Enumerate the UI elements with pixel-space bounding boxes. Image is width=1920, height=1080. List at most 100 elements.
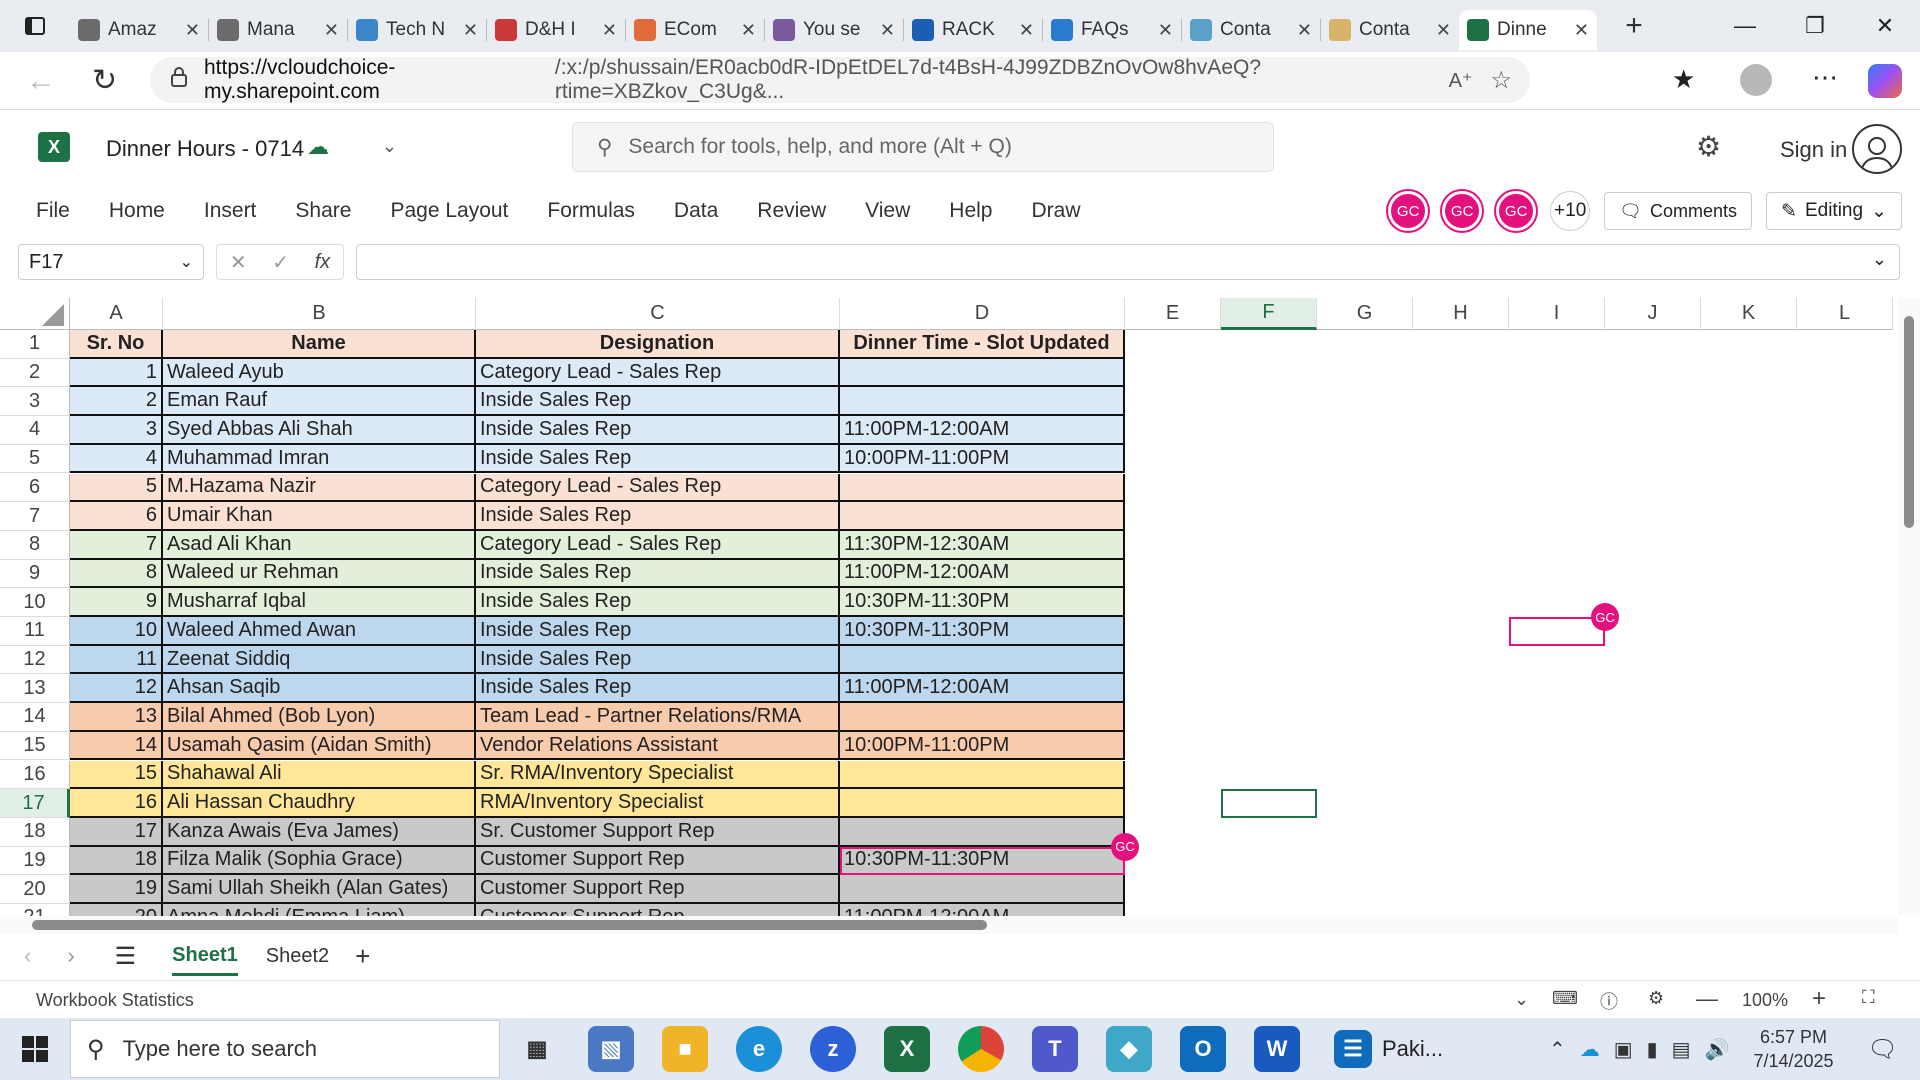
sheet-tab[interactable]: Sheet2 (266, 945, 329, 968)
sr-no-cell[interactable]: 10 (70, 617, 163, 646)
menu-insert[interactable]: Insert (204, 199, 257, 223)
task-view-icon[interactable]: ▦ (514, 1026, 560, 1072)
column-header-g[interactable]: G (1317, 298, 1413, 330)
header-cell[interactable]: Name (163, 330, 476, 359)
network-icon[interactable]: ▤ (1672, 1037, 1691, 1062)
close-tab-icon[interactable]: ✕ (741, 20, 756, 41)
name-cell[interactable]: Bilal Ahmed (Bob Lyon) (163, 703, 476, 732)
comments-button[interactable]: 🗨 Comments (1604, 192, 1753, 230)
column-header-f[interactable]: F (1221, 298, 1317, 330)
designation-cell[interactable]: Inside Sales Rep (476, 502, 840, 531)
designation-cell[interactable]: Inside Sales Rep (476, 416, 840, 445)
menu-share[interactable]: Share (295, 199, 351, 223)
name-cell[interactable]: Syed Abbas Ali Shah (163, 416, 476, 445)
next-sheet-icon[interactable]: › (67, 943, 74, 969)
sr-no-cell[interactable]: 9 (70, 588, 163, 617)
column-header-e[interactable]: E (1125, 298, 1221, 330)
dinner-time-cell[interactable]: 11:00PM-12:00AM (840, 559, 1125, 589)
sr-no-cell[interactable]: 3 (70, 416, 163, 445)
row-header[interactable]: 7 (0, 502, 70, 531)
name-cell[interactable]: Ahsan Saqib (163, 674, 476, 704)
sign-in-link[interactable]: Sign in (1780, 137, 1847, 163)
row-header[interactable]: 10 (0, 588, 70, 617)
browser-tab[interactable]: Conta ✕ (1321, 10, 1459, 50)
outlook-icon[interactable]: O (1180, 1026, 1226, 1072)
browser-tab[interactable]: ECom ✕ (626, 10, 764, 50)
dinner-time-cell[interactable] (840, 817, 1125, 847)
sr-no-cell[interactable]: 5 (70, 473, 163, 503)
all-sheets-menu-icon[interactable]: ☰ (115, 942, 137, 971)
file-explorer-icon[interactable]: ■ (662, 1026, 708, 1072)
column-header-l[interactable]: L (1797, 298, 1893, 330)
help-icon[interactable]: ⓘ (1600, 988, 1618, 1014)
dinner-time-cell[interactable]: 11:00PM-12:00AM (840, 904, 1125, 916)
menu-view[interactable]: View (865, 199, 910, 223)
zoom-in-icon[interactable]: + (1812, 985, 1826, 1013)
row-header[interactable]: 2 (0, 358, 70, 388)
name-cell[interactable]: Musharraf Iqbal (163, 588, 476, 617)
row-header[interactable]: 21 (0, 904, 70, 916)
copilot-icon[interactable] (1868, 64, 1902, 98)
profile-avatar[interactable] (1740, 64, 1772, 96)
sr-no-cell[interactable]: 8 (70, 559, 163, 589)
row-header[interactable]: 8 (0, 530, 70, 560)
more-options-icon[interactable]: ⋯ (1812, 62, 1838, 93)
dinner-time-cell[interactable] (840, 875, 1125, 904)
row-header[interactable]: 11 (0, 617, 70, 646)
name-cell[interactable]: Ali Hassan Chaudhry (163, 789, 476, 818)
chevron-down-icon[interactable]: ⌄ (1514, 989, 1529, 1010)
close-tab-icon[interactable]: ✕ (185, 20, 200, 41)
file-name[interactable]: Dinner Hours - 0714 (106, 136, 304, 162)
sr-no-cell[interactable]: 12 (70, 674, 163, 704)
header-cell[interactable]: Dinner Time - Slot Updated (840, 330, 1125, 359)
close-window-icon[interactable]: ✕ (1850, 0, 1920, 52)
name-cell[interactable]: Asad Ali Khan (163, 530, 476, 560)
name-box[interactable]: F17 ⌄ (18, 244, 204, 280)
close-tab-icon[interactable]: ✕ (463, 20, 478, 41)
restore-icon[interactable]: ❐ (1780, 0, 1850, 52)
sr-no-cell[interactable]: 1 (70, 358, 163, 388)
designation-cell[interactable]: Sr. Customer Support Rep (476, 817, 840, 847)
row-header[interactable]: 19 (0, 846, 70, 876)
designation-cell[interactable]: Inside Sales Rep (476, 674, 840, 704)
dinner-time-cell[interactable]: 11:00PM-12:00AM (840, 674, 1125, 704)
active-cell-selection[interactable] (1221, 789, 1317, 818)
calculator-icon[interactable]: ▧ (588, 1026, 634, 1072)
cancel-icon[interactable]: ✕ (230, 250, 247, 275)
select-all-corner[interactable] (0, 298, 70, 330)
menu-formulas[interactable]: Formulas (547, 199, 635, 223)
dinner-time-cell[interactable] (840, 502, 1125, 531)
dinner-time-cell[interactable] (840, 789, 1125, 818)
back-icon[interactable]: ← (26, 64, 56, 98)
sr-no-cell[interactable]: 11 (70, 645, 163, 675)
menu-draw[interactable]: Draw (1031, 199, 1080, 223)
row-header[interactable]: 14 (0, 703, 70, 732)
designation-cell[interactable]: Inside Sales Rep (476, 444, 840, 474)
designation-cell[interactable]: Category Lead - Sales Rep (476, 530, 840, 560)
dinner-time-cell[interactable]: 10:30PM-11:30PM (840, 617, 1125, 646)
collaborator-avatar[interactable]: GC (1442, 191, 1483, 231)
close-tab-icon[interactable]: ✕ (1158, 20, 1173, 41)
sr-no-cell[interactable]: 4 (70, 444, 163, 474)
address-bar[interactable]: https://vcloudchoice-my.sharepoint.com /:… (150, 56, 1530, 103)
system-tray-chevron-icon[interactable]: ⌃ (1549, 1037, 1566, 1062)
row-header[interactable]: 15 (0, 731, 70, 761)
browser-tab[interactable]: D&H I ✕ (487, 10, 625, 50)
name-cell[interactable]: Waleed Ayub (163, 358, 476, 388)
name-cell[interactable]: M.Hazama Nazir (163, 473, 476, 503)
name-cell[interactable]: Eman Rauf (163, 387, 476, 417)
name-cell[interactable]: Usamah Qasim (Aidan Smith) (163, 731, 476, 761)
onedrive-icon[interactable]: ☁ (1580, 1037, 1600, 1062)
sr-no-cell[interactable]: 20 (70, 904, 163, 916)
clock[interactable]: 6:57 PM 7/14/2025 (1753, 1025, 1833, 1073)
browser-tab[interactable]: Amaz ✕ (70, 10, 208, 50)
designation-cell[interactable]: Category Lead - Sales Rep (476, 358, 840, 388)
teams-icon[interactable]: T (1032, 1026, 1078, 1072)
close-tab-icon[interactable]: ✕ (880, 20, 895, 41)
designation-cell[interactable]: Inside Sales Rep (476, 645, 840, 675)
sr-no-cell[interactable]: 19 (70, 875, 163, 904)
add-sheet-button[interactable]: + (355, 941, 370, 972)
windows-start-icon[interactable] (0, 1036, 70, 1062)
keyboard-icon[interactable]: ⌨ (1552, 988, 1578, 1009)
row-header[interactable]: 3 (0, 387, 70, 417)
